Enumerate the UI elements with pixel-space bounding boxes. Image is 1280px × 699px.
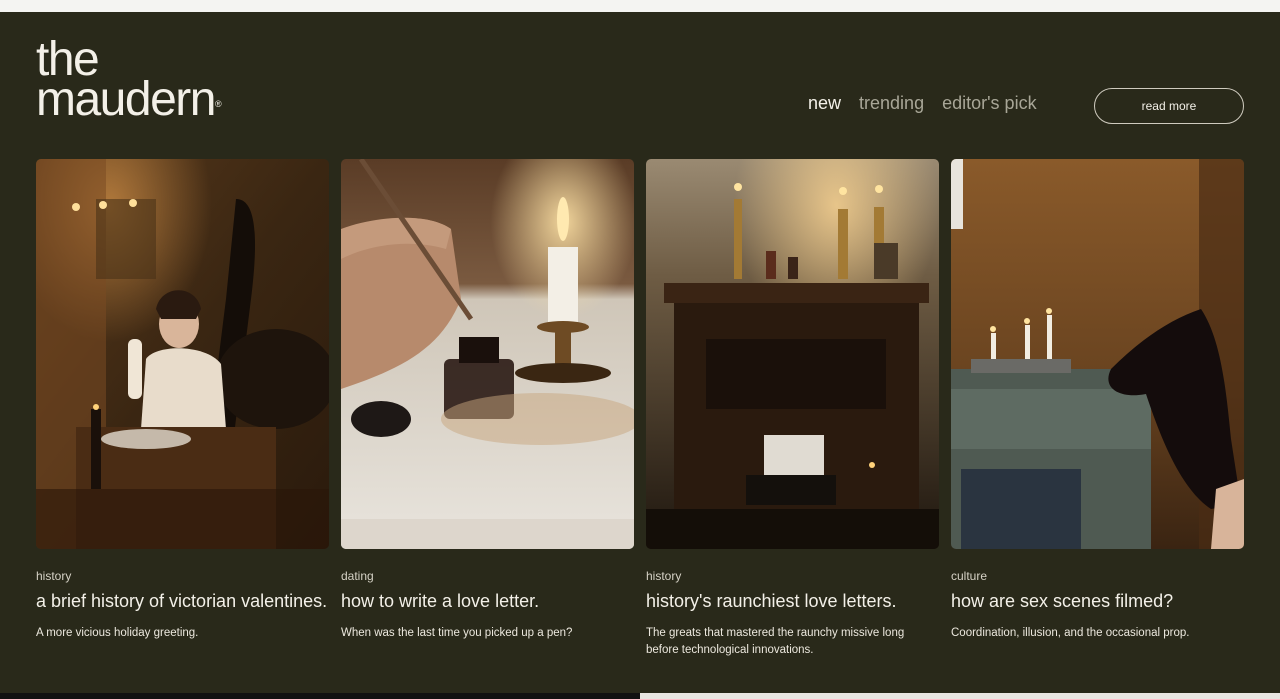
- article-card[interactable]: history a brief history of victorian val…: [36, 159, 329, 659]
- article-description: A more vicious holiday greeting.: [36, 627, 199, 639]
- next-section-light-edge: [640, 693, 1280, 699]
- victorian-dinner-illustration: [36, 159, 329, 549]
- article-title[interactable]: how to write a love letter.: [341, 591, 634, 611]
- browser-top-strip: [0, 0, 1280, 12]
- next-section-dark-edge: [0, 693, 640, 699]
- article-image-ink-and-candle[interactable]: [341, 159, 634, 549]
- nav-trending[interactable]: trending: [859, 93, 924, 114]
- registered-mark: ®: [214, 99, 222, 109]
- article-category[interactable]: culture: [951, 569, 1244, 583]
- nav-editors-pick[interactable]: editor's pick: [942, 93, 1036, 114]
- logo-line-2: maudern®: [36, 76, 222, 124]
- article-description: Coordination, illusion, and the occasion…: [951, 627, 1190, 639]
- article-title[interactable]: how are sex scenes filmed?: [951, 591, 1244, 611]
- article-cards: history a brief history of victorian val…: [36, 159, 1244, 659]
- page: the maudern® new trending editor's pick …: [0, 12, 1280, 693]
- read-more-button[interactable]: read more: [1094, 88, 1244, 124]
- article-title[interactable]: a brief history of victorian valentines.: [36, 591, 329, 611]
- article-card[interactable]: culture how are sex scenes filmed? Coord…: [951, 159, 1244, 659]
- article-category[interactable]: history: [36, 569, 329, 583]
- article-card[interactable]: dating how to write a love letter. When …: [341, 159, 634, 659]
- article-image-boots-fireplace[interactable]: [951, 159, 1244, 549]
- site-logo[interactable]: the maudern®: [36, 36, 222, 124]
- ink-candle-illustration: [341, 159, 634, 549]
- article-description: The greats that mastered the raunchy mis…: [646, 627, 905, 656]
- main-nav: new trending editor's pick: [808, 93, 1037, 114]
- article-image-candlelit-desk[interactable]: [646, 159, 939, 549]
- article-title[interactable]: history's raunchiest love letters.: [646, 591, 939, 611]
- article-category[interactable]: dating: [341, 569, 634, 583]
- logo-word: maudern: [36, 73, 216, 126]
- candlelit-desk-illustration: [646, 159, 939, 549]
- article-card[interactable]: history history's raunchiest love letter…: [646, 159, 939, 659]
- article-category[interactable]: history: [646, 569, 939, 583]
- nav-new[interactable]: new: [808, 93, 841, 114]
- article-image-victorian-dinner[interactable]: [36, 159, 329, 549]
- boots-fireplace-illustration: [951, 159, 1244, 549]
- article-description: When was the last time you picked up a p…: [341, 627, 573, 639]
